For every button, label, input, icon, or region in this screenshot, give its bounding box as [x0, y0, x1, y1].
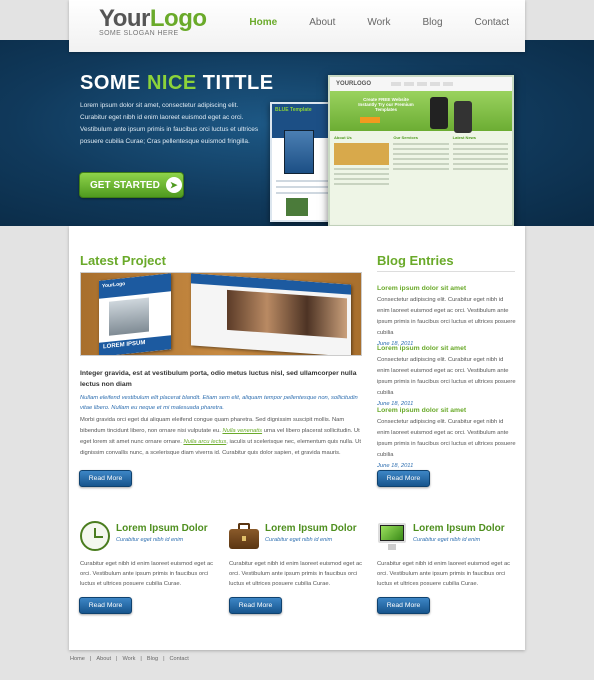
preview-green-column: Latest News	[452, 135, 508, 223]
brochure-people-photo	[227, 289, 347, 339]
preview-green-banner-button	[360, 117, 380, 123]
footer-link-blog[interactable]: Blog	[147, 656, 158, 662]
feature-text: Curabitur eget nibh id enim laoreet euis…	[229, 561, 363, 587]
feature-title: Lorem Ipsum Dolor	[265, 523, 357, 534]
project-italic-text: Nullam eleifend vestibulum elit placerat…	[80, 395, 358, 411]
logo-logo-text: Logo	[149, 5, 207, 32]
briefcase-icon	[229, 521, 259, 551]
template-preview-blue: BLUE Template	[270, 102, 336, 222]
preview-green-nav	[391, 82, 454, 86]
brochure-caption: LOREM IPSUM	[99, 335, 171, 355]
feature-text: Curabitur eget nibh id enim laoreet euis…	[377, 561, 511, 587]
brochure-photo	[109, 297, 149, 336]
hero-title-highlight: NICE	[146, 72, 197, 94]
brochure-inside	[191, 273, 351, 355]
preview-blue-title-1: BLUE	[275, 107, 289, 113]
arrow-right-icon: ➤	[165, 177, 182, 193]
brochure-inside-bar	[191, 273, 351, 295]
preview-blue-photo	[286, 198, 308, 216]
feature-subtitle: Curabitur eget nibh id enim	[413, 537, 481, 543]
site-header: YourLogo SOME SLOGAN HERE Home About Wor…	[69, 0, 525, 52]
footer-link-home[interactable]: Home	[70, 656, 85, 662]
footer-link-work[interactable]: Work	[122, 656, 135, 662]
feature-text: Curabitur eget nibh id enim laoreet euis…	[80, 561, 214, 587]
nav-blog[interactable]: Blog	[407, 17, 459, 28]
site-logo[interactable]: YourLogo SOME SLOGAN HERE	[99, 5, 207, 38]
template-preview-green: YOURLOGO Create FREE Website Instantly T…	[328, 75, 514, 227]
imac-icon	[377, 521, 407, 551]
nav-about[interactable]: About	[293, 17, 351, 28]
phone-image	[454, 101, 472, 133]
logo-your-text: Your	[99, 5, 150, 32]
footer-separator: |	[140, 656, 142, 662]
nav-work[interactable]: Work	[351, 17, 406, 28]
project-link-1[interactable]: Nulla venenatis	[222, 428, 262, 434]
blog-entry-date: June 18, 2011	[377, 463, 414, 469]
project-lead-text: Integer gravida, est at vestibulum porta…	[80, 370, 357, 388]
preview-green-banner: Create FREE Website Instantly Try our Pr…	[330, 91, 512, 133]
blog-entry: Lorem ipsum dolor sit amet Consectetur a…	[377, 345, 517, 407]
feature-subtitle: Curabitur eget nibh id enim	[116, 537, 184, 543]
brochure-front: YourLogo LOREM IPSUM	[99, 273, 171, 355]
blog-entries-title: Blog Entries	[377, 253, 454, 268]
hero-title-start: SOME	[80, 72, 147, 94]
brochure-logo: YourLogo	[99, 273, 171, 299]
preview-green-logo: YOURLOGO	[336, 81, 372, 87]
blog-entry-title[interactable]: Lorem ipsum dolor sit amet	[377, 285, 517, 292]
nav-contact[interactable]: Contact	[459, 17, 525, 28]
blog-read-more-button[interactable]: Read More	[377, 470, 430, 487]
main-nav: Home About Work Blog Contact	[233, 17, 525, 28]
blog-entry-text: Consectetur adipiscing elit. Curabitur e…	[377, 357, 516, 396]
footer-link-contact[interactable]: Contact	[170, 656, 189, 662]
preview-green-columns: About Us Our Services Latest News	[330, 131, 512, 225]
blog-entry: Lorem ipsum dolor sit amet Consectetur a…	[377, 407, 517, 469]
get-started-button[interactable]: GET STARTED ➤	[79, 172, 184, 198]
preview-green-column: Our Services	[393, 135, 449, 223]
nav-home[interactable]: Home	[233, 17, 293, 28]
project-link-2[interactable]: Nulla arcu lectus	[183, 439, 226, 445]
preview-green-banner-text: Create FREE Website Instantly Try our Pr…	[358, 97, 414, 112]
get-started-label: GET STARTED	[90, 179, 160, 191]
hero-description: Lorem ipsum dolor sit amet, consectetur …	[80, 102, 259, 145]
feature-title: Lorem Ipsum Dolor	[116, 523, 208, 534]
project-read-more-button[interactable]: Read More	[79, 470, 132, 487]
footer-separator: |	[116, 656, 118, 662]
footer-link-about[interactable]: About	[96, 656, 111, 662]
blog-title-divider	[377, 271, 515, 272]
blog-entry-text: Consectetur adipiscing elit. Curabitur e…	[377, 419, 516, 458]
feature-subtitle: Curabitur eget nibh id enim	[265, 537, 333, 543]
feature-read-more-button[interactable]: Read More	[377, 597, 430, 614]
feature-title: Lorem Ipsum Dolor	[413, 523, 505, 534]
blog-entry-text: Consectetur adipiscing elit. Curabitur e…	[377, 297, 516, 336]
blog-entry-title[interactable]: Lorem ipsum dolor sit amet	[377, 407, 517, 414]
preview-blue-title-2: Template	[290, 107, 312, 113]
footer-separator: |	[163, 656, 165, 662]
feature-read-more-button[interactable]: Read More	[79, 597, 132, 614]
project-image[interactable]: YourLogo LOREM IPSUM	[80, 272, 362, 356]
blog-entry-title[interactable]: Lorem ipsum dolor sit amet	[377, 345, 517, 352]
preview-green-header: YOURLOGO	[330, 77, 512, 91]
hero-title: SOME NICE TITTLE	[80, 72, 274, 95]
latest-project-title: Latest Project	[80, 253, 166, 268]
feature-read-more-button[interactable]: Read More	[229, 597, 282, 614]
clock-icon	[80, 521, 110, 551]
blog-entry: Lorem ipsum dolor sit amet Consectetur a…	[377, 285, 517, 347]
footer-nav: Home | About | Work | Blog | Contact	[70, 656, 189, 662]
project-body-text: Morbi gravida orci eget dui aliquam elei…	[80, 417, 361, 456]
hero-title-end: TITTLE	[196, 72, 274, 94]
preview-blue-image	[284, 130, 314, 174]
phone-image	[430, 97, 448, 129]
preview-blue-text-lines	[276, 180, 332, 198]
preview-green-column: About Us	[334, 135, 390, 223]
footer-separator: |	[89, 656, 92, 662]
